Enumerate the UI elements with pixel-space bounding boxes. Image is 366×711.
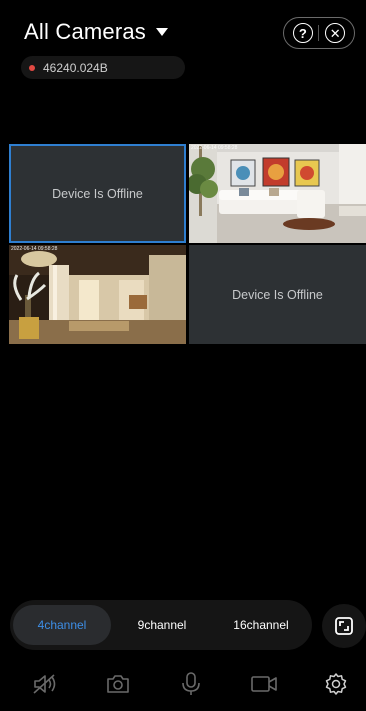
dropdown-caret-icon: [156, 28, 169, 36]
offline-label: Device Is Offline: [52, 186, 143, 201]
header-actions: ? ✕: [283, 17, 355, 49]
fullscreen-icon: [335, 617, 353, 635]
camera-tile-4[interactable]: Device Is Offline: [189, 245, 366, 344]
device-status-pill[interactable]: 46240.024B: [21, 56, 185, 79]
talk-button[interactable]: [177, 670, 205, 698]
tab-4channel[interactable]: 4channel: [13, 605, 111, 645]
tab-9channel[interactable]: 9channel: [114, 605, 210, 645]
camera-tile-1[interactable]: Device Is Offline: [9, 144, 186, 243]
tab-16channel[interactable]: 16channel: [213, 605, 309, 645]
camera-tile-3[interactable]: 2022-06-14 09:58:28: [9, 245, 186, 344]
camera-grid: Device Is Offline 2022-06-14 09:58:28 20…: [9, 144, 366, 344]
divider: [318, 25, 320, 41]
record-button[interactable]: [250, 670, 278, 698]
camera-group-selector[interactable]: All Cameras: [24, 19, 169, 45]
mute-icon: [33, 674, 56, 694]
offline-label: Device Is Offline: [232, 287, 323, 302]
channel-layout-tabs: 4channel 9channel 16channel: [10, 600, 312, 650]
settings-button[interactable]: [322, 670, 350, 698]
camera-snapshot-icon: [107, 675, 129, 693]
close-circle-icon[interactable]: ✕: [325, 23, 346, 43]
page-title: All Cameras: [24, 19, 147, 44]
status-dot: [29, 64, 35, 71]
living-room-feed: [189, 144, 366, 243]
camera-tile-2[interactable]: 2022-06-14 09:58:28: [189, 144, 366, 243]
snapshot-button[interactable]: [104, 670, 132, 698]
question-circle-icon[interactable]: ?: [292, 23, 313, 43]
video-record-icon: [251, 676, 277, 692]
device-id: 46240.024B: [43, 60, 108, 75]
hallway-feed: [9, 245, 186, 344]
timestamp-overlay: 2022-06-14 09:58:28: [11, 246, 58, 252]
timestamp-overlay: 2022-06-14 09:58:28: [191, 145, 238, 151]
fullscreen-button[interactable]: [322, 604, 366, 648]
mute-button[interactable]: [31, 670, 59, 698]
settings-gear-icon: [325, 673, 347, 695]
bottom-toolbar: [0, 664, 366, 704]
microphone-icon: [182, 672, 200, 695]
